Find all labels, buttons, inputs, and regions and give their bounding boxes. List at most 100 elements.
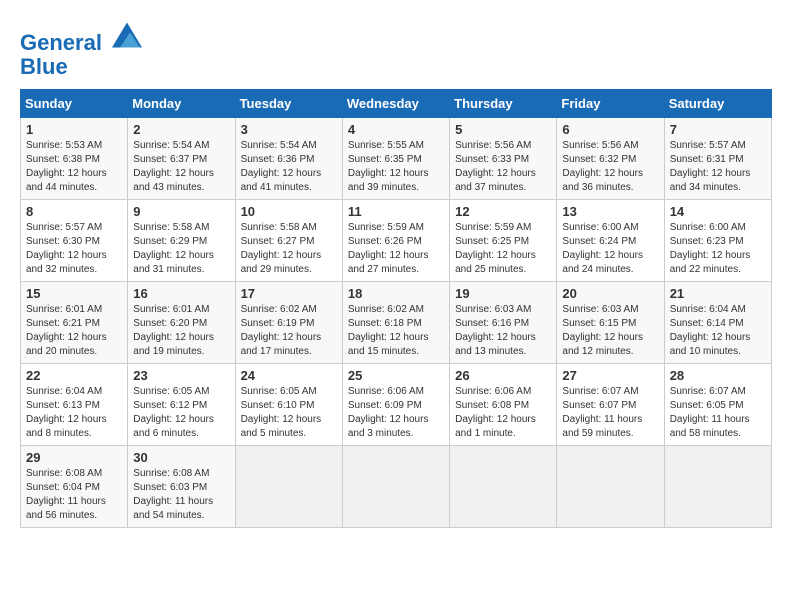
- calendar-cell: 12 Sunrise: 5:59 AM Sunset: 6:25 PM Dayl…: [450, 200, 557, 282]
- calendar-cell: 24 Sunrise: 6:05 AM Sunset: 6:10 PM Dayl…: [235, 364, 342, 446]
- weekday-header-sunday: Sunday: [21, 90, 128, 118]
- day-number: 20: [562, 286, 658, 301]
- day-number: 11: [348, 204, 444, 219]
- calendar-cell: 2 Sunrise: 5:54 AM Sunset: 6:37 PM Dayli…: [128, 118, 235, 200]
- weekday-header-friday: Friday: [557, 90, 664, 118]
- weekday-header-wednesday: Wednesday: [342, 90, 449, 118]
- day-info: Sunrise: 6:01 AM Sunset: 6:20 PM Dayligh…: [133, 303, 229, 359]
- day-number: 13: [562, 204, 658, 219]
- day-number: 17: [241, 286, 337, 301]
- day-info: Sunrise: 6:07 AM Sunset: 6:07 PM Dayligh…: [562, 385, 658, 441]
- day-info: Sunrise: 5:57 AM Sunset: 6:30 PM Dayligh…: [26, 221, 122, 277]
- day-info: Sunrise: 6:05 AM Sunset: 6:10 PM Dayligh…: [241, 385, 337, 441]
- weekday-header-saturday: Saturday: [664, 90, 771, 118]
- calendar-cell: 1 Sunrise: 5:53 AM Sunset: 6:38 PM Dayli…: [21, 118, 128, 200]
- day-info: Sunrise: 5:54 AM Sunset: 6:37 PM Dayligh…: [133, 139, 229, 195]
- day-info: Sunrise: 5:59 AM Sunset: 6:26 PM Dayligh…: [348, 221, 444, 277]
- day-number: 5: [455, 122, 551, 137]
- calendar-cell: 17 Sunrise: 6:02 AM Sunset: 6:19 PM Dayl…: [235, 282, 342, 364]
- calendar-cell: 10 Sunrise: 5:58 AM Sunset: 6:27 PM Dayl…: [235, 200, 342, 282]
- day-info: Sunrise: 5:53 AM Sunset: 6:38 PM Dayligh…: [26, 139, 122, 195]
- day-info: Sunrise: 6:01 AM Sunset: 6:21 PM Dayligh…: [26, 303, 122, 359]
- day-info: Sunrise: 5:55 AM Sunset: 6:35 PM Dayligh…: [348, 139, 444, 195]
- calendar-cell: 26 Sunrise: 6:06 AM Sunset: 6:08 PM Dayl…: [450, 364, 557, 446]
- day-number: 30: [133, 450, 229, 465]
- day-number: 27: [562, 368, 658, 383]
- calendar-table: SundayMondayTuesdayWednesdayThursdayFrid…: [20, 89, 772, 528]
- day-number: 22: [26, 368, 122, 383]
- day-info: Sunrise: 5:57 AM Sunset: 6:31 PM Dayligh…: [670, 139, 766, 195]
- logo-text: General: [20, 20, 142, 55]
- day-number: 25: [348, 368, 444, 383]
- day-number: 8: [26, 204, 122, 219]
- day-number: 26: [455, 368, 551, 383]
- day-info: Sunrise: 6:08 AM Sunset: 6:04 PM Dayligh…: [26, 467, 122, 523]
- calendar-cell: [557, 446, 664, 528]
- day-number: 3: [241, 122, 337, 137]
- calendar-week-row: 22 Sunrise: 6:04 AM Sunset: 6:13 PM Dayl…: [21, 364, 772, 446]
- calendar-cell: [664, 446, 771, 528]
- calendar-cell: 20 Sunrise: 6:03 AM Sunset: 6:15 PM Dayl…: [557, 282, 664, 364]
- day-info: Sunrise: 6:04 AM Sunset: 6:13 PM Dayligh…: [26, 385, 122, 441]
- calendar-cell: [342, 446, 449, 528]
- day-info: Sunrise: 5:54 AM Sunset: 6:36 PM Dayligh…: [241, 139, 337, 195]
- logo-blue: Blue: [20, 55, 142, 79]
- calendar-cell: 15 Sunrise: 6:01 AM Sunset: 6:21 PM Dayl…: [21, 282, 128, 364]
- calendar-cell: [450, 446, 557, 528]
- calendar-cell: 27 Sunrise: 6:07 AM Sunset: 6:07 PM Dayl…: [557, 364, 664, 446]
- day-number: 1: [26, 122, 122, 137]
- weekday-header-monday: Monday: [128, 90, 235, 118]
- day-number: 12: [455, 204, 551, 219]
- day-number: 23: [133, 368, 229, 383]
- calendar-cell: 7 Sunrise: 5:57 AM Sunset: 6:31 PM Dayli…: [664, 118, 771, 200]
- calendar-week-row: 29 Sunrise: 6:08 AM Sunset: 6:04 PM Dayl…: [21, 446, 772, 528]
- day-number: 28: [670, 368, 766, 383]
- day-number: 9: [133, 204, 229, 219]
- day-info: Sunrise: 6:06 AM Sunset: 6:09 PM Dayligh…: [348, 385, 444, 441]
- page-header: General Blue: [20, 20, 772, 79]
- calendar-week-row: 1 Sunrise: 5:53 AM Sunset: 6:38 PM Dayli…: [21, 118, 772, 200]
- calendar-week-row: 15 Sunrise: 6:01 AM Sunset: 6:21 PM Dayl…: [21, 282, 772, 364]
- day-number: 18: [348, 286, 444, 301]
- day-number: 24: [241, 368, 337, 383]
- day-info: Sunrise: 5:56 AM Sunset: 6:32 PM Dayligh…: [562, 139, 658, 195]
- calendar-cell: 19 Sunrise: 6:03 AM Sunset: 6:16 PM Dayl…: [450, 282, 557, 364]
- day-number: 15: [26, 286, 122, 301]
- day-info: Sunrise: 6:00 AM Sunset: 6:24 PM Dayligh…: [562, 221, 658, 277]
- calendar-cell: 16 Sunrise: 6:01 AM Sunset: 6:20 PM Dayl…: [128, 282, 235, 364]
- calendar-cell: 3 Sunrise: 5:54 AM Sunset: 6:36 PM Dayli…: [235, 118, 342, 200]
- weekday-header-tuesday: Tuesday: [235, 90, 342, 118]
- day-info: Sunrise: 6:02 AM Sunset: 6:19 PM Dayligh…: [241, 303, 337, 359]
- calendar-cell: 22 Sunrise: 6:04 AM Sunset: 6:13 PM Dayl…: [21, 364, 128, 446]
- calendar-cell: 14 Sunrise: 6:00 AM Sunset: 6:23 PM Dayl…: [664, 200, 771, 282]
- calendar-cell: 18 Sunrise: 6:02 AM Sunset: 6:18 PM Dayl…: [342, 282, 449, 364]
- logo-icon: [112, 20, 142, 50]
- day-info: Sunrise: 6:07 AM Sunset: 6:05 PM Dayligh…: [670, 385, 766, 441]
- calendar-cell: 6 Sunrise: 5:56 AM Sunset: 6:32 PM Dayli…: [557, 118, 664, 200]
- calendar-week-row: 8 Sunrise: 5:57 AM Sunset: 6:30 PM Dayli…: [21, 200, 772, 282]
- calendar-cell: 8 Sunrise: 5:57 AM Sunset: 6:30 PM Dayli…: [21, 200, 128, 282]
- day-info: Sunrise: 5:58 AM Sunset: 6:29 PM Dayligh…: [133, 221, 229, 277]
- day-number: 29: [26, 450, 122, 465]
- weekday-header-row: SundayMondayTuesdayWednesdayThursdayFrid…: [21, 90, 772, 118]
- day-number: 14: [670, 204, 766, 219]
- day-info: Sunrise: 6:02 AM Sunset: 6:18 PM Dayligh…: [348, 303, 444, 359]
- logo-general: General: [20, 30, 102, 55]
- weekday-header-thursday: Thursday: [450, 90, 557, 118]
- day-number: 2: [133, 122, 229, 137]
- calendar-cell: 5 Sunrise: 5:56 AM Sunset: 6:33 PM Dayli…: [450, 118, 557, 200]
- calendar-cell: 30 Sunrise: 6:08 AM Sunset: 6:03 PM Dayl…: [128, 446, 235, 528]
- day-info: Sunrise: 6:06 AM Sunset: 6:08 PM Dayligh…: [455, 385, 551, 441]
- day-number: 16: [133, 286, 229, 301]
- calendar-cell: [235, 446, 342, 528]
- logo: General Blue: [20, 20, 142, 79]
- calendar-cell: 9 Sunrise: 5:58 AM Sunset: 6:29 PM Dayli…: [128, 200, 235, 282]
- calendar-cell: 21 Sunrise: 6:04 AM Sunset: 6:14 PM Dayl…: [664, 282, 771, 364]
- day-number: 4: [348, 122, 444, 137]
- calendar-cell: 23 Sunrise: 6:05 AM Sunset: 6:12 PM Dayl…: [128, 364, 235, 446]
- day-info: Sunrise: 5:56 AM Sunset: 6:33 PM Dayligh…: [455, 139, 551, 195]
- calendar-cell: 13 Sunrise: 6:00 AM Sunset: 6:24 PM Dayl…: [557, 200, 664, 282]
- day-number: 21: [670, 286, 766, 301]
- day-number: 10: [241, 204, 337, 219]
- day-info: Sunrise: 6:04 AM Sunset: 6:14 PM Dayligh…: [670, 303, 766, 359]
